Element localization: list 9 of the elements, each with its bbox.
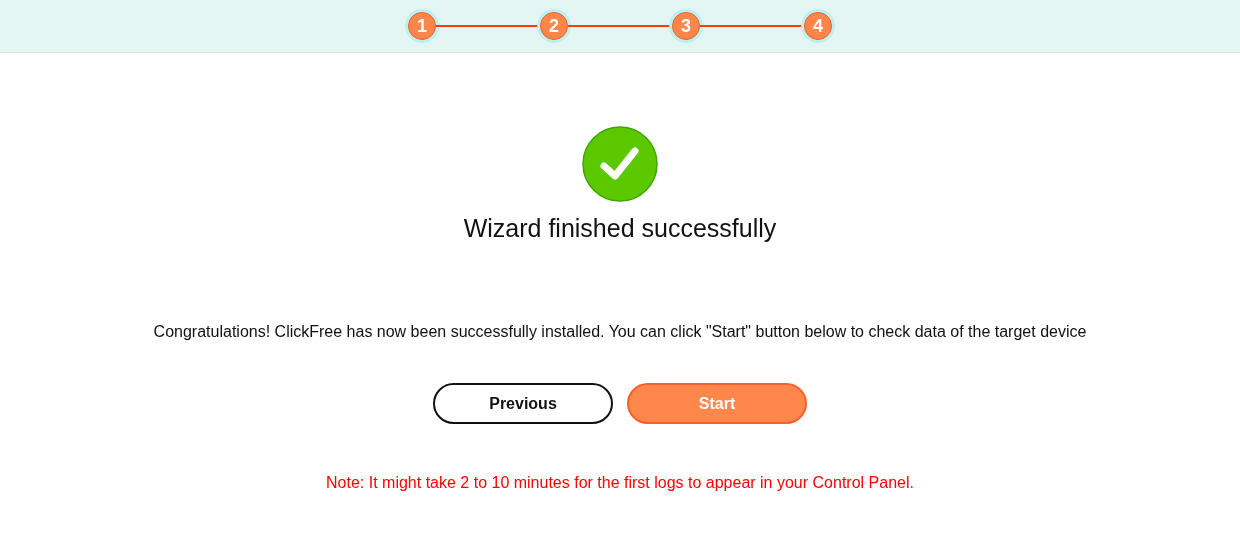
success-title: Wizard finished successfully: [463, 214, 777, 243]
success-message: Congratulations! ClickFree has now been successfully installed. You can click "Start" button below to check data of the target device: [153, 323, 1087, 341]
step-indicator: 4: [804, 12, 832, 40]
step-indicator: 3: [672, 12, 700, 40]
checkmark-icon: [582, 126, 658, 202]
previous-button[interactable]: Previous: [433, 383, 613, 424]
step-indicator: 1: [408, 12, 436, 40]
step-indicator: 2: [540, 12, 568, 40]
note-text: Note: It might take 2 to 10 minutes for the first logs to appear in your Control Panel.: [326, 474, 914, 492]
